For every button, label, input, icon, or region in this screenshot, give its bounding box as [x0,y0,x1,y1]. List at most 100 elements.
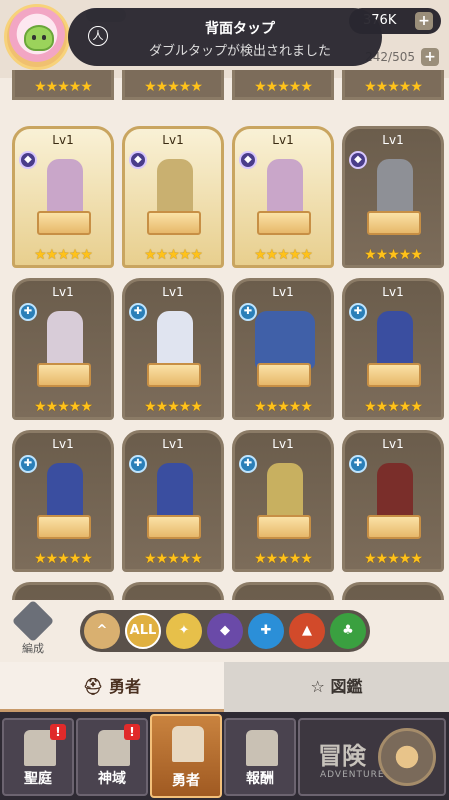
filter-fire-button[interactable]: ▲ [289,613,325,649]
star-rating: ★★★★★ [254,399,313,415]
hero-card[interactable]: Lv1 ✚ ★★★★★ [122,278,224,420]
hero-level: Lv1 [52,133,74,147]
pedestal [257,211,311,235]
fire-icon: ▲ [302,623,312,638]
hero-card-partial[interactable]: ★★★★★ [12,70,114,100]
pedestal [147,363,201,387]
filter-wind-button[interactable]: ♣ [330,613,366,649]
hero-card-partial[interactable] [122,582,224,600]
water-element-icon: ✚ [19,303,37,321]
filter-dark-button[interactable]: ◆ [207,613,243,649]
hero-card[interactable]: Lv1 ✚ ★★★★★ [342,430,444,572]
hero-card[interactable]: Lv1 ◆ ★★★★★ [342,126,444,268]
hero-card[interactable]: Lv1 ✚ ★★★★★ [122,430,224,572]
star-rating: ★★★★★ [144,399,203,415]
silver-mage-sprite [47,311,83,369]
hero-card-partial[interactable] [342,582,444,600]
pedestal [367,515,421,539]
nav-rewards[interactable]: 報酬 [224,718,296,796]
adventure-button[interactable]: 冒険 ADVENTURE [298,718,446,796]
desert-princess-sprite [157,159,193,217]
hero-card-partial[interactable] [232,582,334,600]
hero-level: Lv1 [272,285,294,299]
dragon-knight-sprite [267,159,303,217]
star-rating: ★★★★★ [254,551,313,567]
alert-badge: ! [50,724,66,740]
nav-divine-realm[interactable]: ! 神域 [76,718,148,796]
wolf-warrior-sprite [377,159,413,217]
nav-hero[interactable]: 勇者 [150,714,222,798]
compass-emblem-icon [378,728,436,786]
star-rating: ★★★★★ [364,247,423,263]
blonde-warrior-sprite [267,463,303,521]
light-wings-icon: ✦ [178,623,190,638]
dark-element-icon: ◆ [239,151,257,169]
filter-light-button[interactable]: ✦ [166,613,202,649]
pawn-icon [11,599,55,643]
tab-hero[interactable]: ⛑ 勇者 [0,662,224,712]
hero-level: Lv1 [162,133,184,147]
star-rating: ★★★★★ [364,551,423,567]
hero-level: Lv1 [382,437,404,451]
pedestal [367,363,421,387]
pedestal [257,363,311,387]
collapse-filter-button[interactable]: ^ [84,613,120,649]
hero-level: Lv1 [52,437,74,451]
tree-icon: ♣ [342,623,354,638]
hero-card[interactable]: Lv1 ◆ ★★★★★ [12,126,114,268]
hero-card-partial[interactable]: ★★★★★ [232,70,334,100]
blue-nun-sprite [377,311,413,369]
water-element-icon: ✚ [349,303,367,321]
dark-element-icon: ◆ [129,151,147,169]
dark-element-icon: ◆ [19,151,37,169]
star-book-icon: ☆ [310,677,325,696]
nav-sanctuary[interactable]: ! 聖庭 [2,718,74,796]
blue-nun-sprite [47,463,83,521]
element-filter-bar: ^ ALL ✦ ◆ ✚ ▲ ♣ [80,610,370,652]
hero-level: Lv1 [382,133,404,147]
filter-row: 編成 ^ ALL ✦ ◆ ✚ ▲ ♣ [0,599,449,662]
tab-dex[interactable]: ☆ 図鑑 [224,662,449,712]
pedestal [37,363,91,387]
bottom-nav: ! 聖庭 ! 神域 勇者 報酬 冒険 ADVENTURE [0,712,449,800]
toast-message: ダブルタップが検出されました [148,44,331,59]
water-element-icon: ✚ [239,455,257,473]
star-rating: ★★★★★ [254,247,313,263]
hero-card[interactable]: Lv1 ✚ ★★★★★ [232,430,334,572]
currency-add-button[interactable]: + [415,12,433,30]
filter-all-button[interactable]: ALL [125,613,161,649]
adventure-title: 冒険 [318,742,366,770]
hero-level: Lv1 [162,437,184,451]
star-rating: ★★★★★ [34,247,93,263]
hero-card-partial[interactable]: ★★★★★ [122,70,224,100]
capacity-add-button[interactable]: + [421,48,439,66]
star-rating: ★★★★★ [364,399,423,415]
hero-card[interactable]: Lv1 ✚ ★★★★★ [12,278,114,420]
dark-element-icon: ◆ [349,151,367,169]
helmet-icon: ⛑ [83,677,104,696]
white-cleric-sprite [157,311,193,369]
witch-gunner-sprite [377,463,413,521]
alert-badge: ! [124,724,140,740]
back-tap-toast: 人 背面タップ ダブルタップが検出されました [68,8,382,66]
hero-card-partial[interactable]: ★★★★★ [342,70,444,100]
pedestal [147,515,201,539]
valkyrie-rider-sprite [255,311,315,369]
treasure-chest-icon [246,730,278,766]
water-element-icon: ✚ [239,303,257,321]
pedestal [367,211,421,235]
water-element-icon: ✚ [349,455,367,473]
hero-card[interactable]: Lv1 ✚ ★★★★★ [12,430,114,572]
pedestal [37,515,91,539]
hero-card[interactable]: Lv1 ◆ ★★★★★ [122,126,224,268]
hero-level: Lv1 [272,133,294,147]
water-element-icon: ✚ [129,303,147,321]
hero-card-partial[interactable] [12,582,114,600]
star-rating: ★★★★★ [34,399,93,415]
player-avatar[interactable] [4,4,70,70]
formation-button[interactable]: 編成 [10,599,56,658]
hero-card[interactable]: Lv1 ✚ ★★★★★ [342,278,444,420]
hero-card[interactable]: Lv1 ◆ ★★★★★ [232,126,334,268]
hero-card[interactable]: Lv1 ✚ ★★★★★ [232,278,334,420]
filter-water-button[interactable]: ✚ [248,613,284,649]
